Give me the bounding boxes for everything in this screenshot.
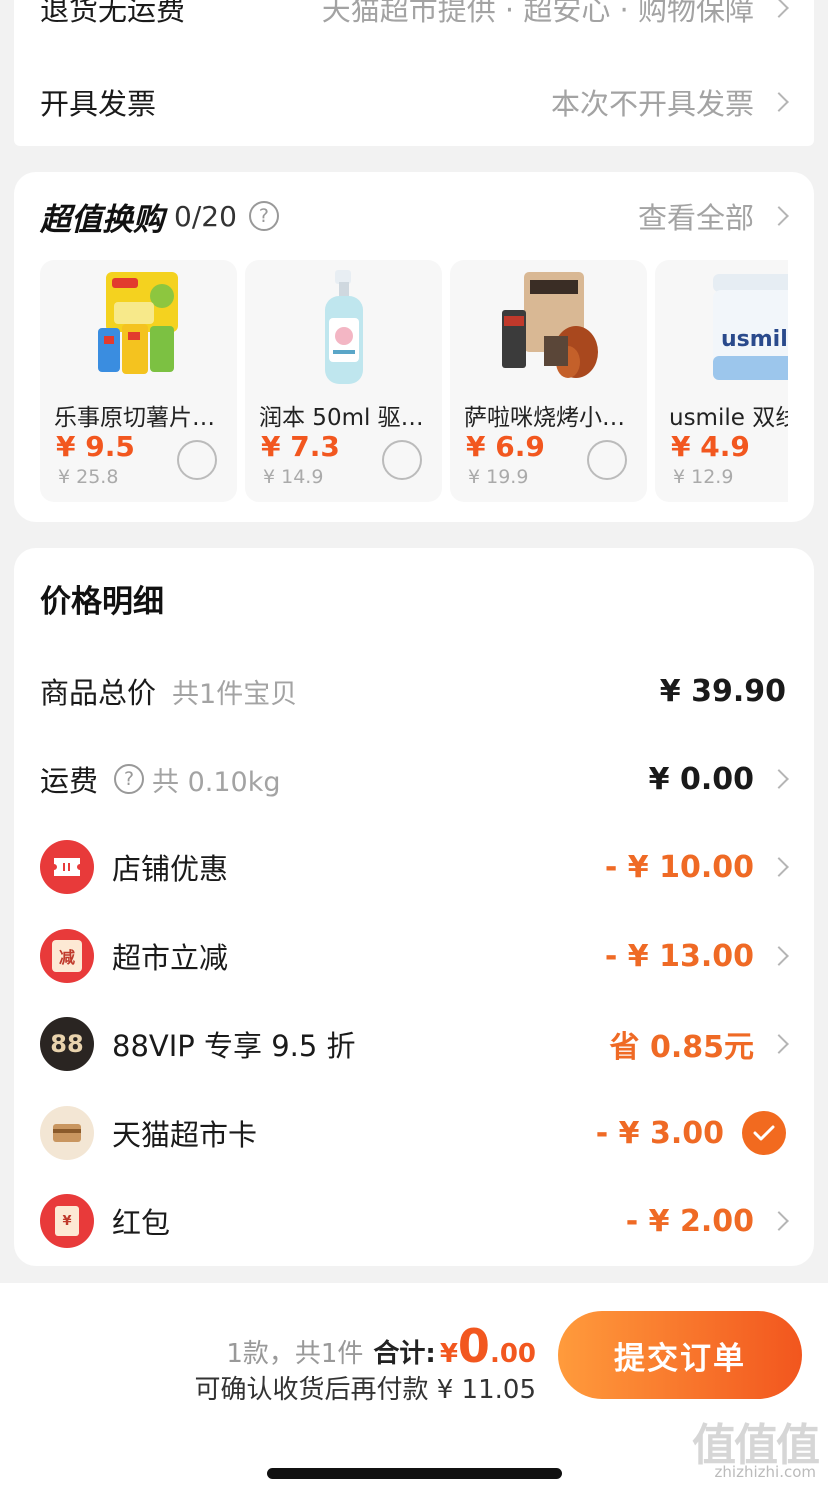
swap-title: 超值换购 (40, 201, 164, 238)
market-card-row[interactable]: 天猫超市卡 - ¥ 3.00 (40, 1103, 786, 1163)
floss-box-icon: usmile (712, 274, 789, 380)
chevron-right-icon (769, 1211, 789, 1231)
items-total-label: 商品总价 (40, 676, 157, 710)
watermark-url: zhizhizhi.com (714, 1463, 816, 1481)
chevron-right-icon (769, 206, 789, 226)
discount-icon-text: 减 (52, 940, 82, 972)
chevron-right-icon (769, 0, 789, 18)
swap-product-card[interactable]: 萨啦咪烧烤小… ¥ 6.9 ¥ 19.9 (450, 260, 647, 502)
chevron-right-icon (769, 92, 789, 112)
chips-bag-icon (97, 272, 178, 374)
market-cut-label: 超市立减 (112, 941, 229, 975)
swap-product-card[interactable]: 润本 50ml 驱… ¥ 7.3 ¥ 14.9 (245, 260, 442, 502)
hongbao-value: - ¥ 2.00 (625, 1203, 754, 1239)
product-price: ¥ 6.9 (466, 430, 545, 463)
item-count: 1款，共1件 (226, 1339, 364, 1369)
service-card: 退货无运费 天猫超市提供 · 超安心 · 购物保障 开具发票 本次不开具发票 (14, 0, 814, 146)
vip-88-icon: 88 (40, 1017, 94, 1071)
total-decimal: .00 (489, 1339, 536, 1369)
checkout-bar: 1款，共1件 合计: ¥ 0 .00 可确认收货后再付款 ¥ 11.05 提交订… (0, 1283, 828, 1498)
product-name: 乐事原切薯片… (54, 405, 215, 431)
select-radio[interactable] (587, 440, 627, 480)
product-original-price: ¥ 12.9 (673, 466, 734, 488)
hongbao-label: 红包 (112, 1206, 171, 1240)
product-name: 润本 50ml 驱… (259, 405, 424, 431)
shipping-weight: 共 0.10kg (152, 766, 281, 798)
invoice-value: 本次不开具发票 (550, 87, 754, 121)
help-icon[interactable]: ? (248, 201, 279, 231)
view-all-link[interactable]: 查看全部 (637, 195, 789, 237)
return-policy-value: 天猫超市提供 · 超安心 · 购物保障 (321, 0, 754, 27)
view-all-label: 查看全部 (637, 201, 754, 235)
gift-card-icon (40, 1106, 94, 1160)
svg-text:usmile: usmile (721, 327, 789, 352)
vip-label: 88VIP 专享 9.5 折 (112, 1029, 356, 1063)
red-envelope-icon-text: ¥ (55, 1206, 79, 1236)
select-radio[interactable] (382, 440, 422, 480)
swap-product-card[interactable]: 乐事原切薯片… ¥ 9.5 ¥ 25.8 (40, 260, 237, 502)
total-currency: ¥ (439, 1339, 458, 1369)
shipping-row[interactable]: 运费 ? 共 0.10kg ¥ 0.00 (40, 749, 789, 809)
total-line: 1款，共1件 合计: ¥ 0 .00 (226, 1319, 536, 1373)
coupon-icon (40, 840, 94, 894)
select-radio[interactable] (177, 440, 217, 480)
chevron-right-icon (769, 857, 789, 877)
product-name: usmile 双线 (669, 405, 788, 431)
check-icon[interactable] (742, 1111, 786, 1155)
shipping-value: ¥ 0.00 (648, 761, 754, 797)
store-discount-value: - ¥ 10.00 (604, 849, 754, 885)
submit-order-button[interactable]: 提交订单 (558, 1311, 802, 1399)
discount-icon: 减 (40, 929, 94, 983)
hongbao-row[interactable]: ¥ 红包 - ¥ 2.00 (40, 1191, 789, 1251)
invoice-label: 开具发票 (40, 87, 157, 121)
market-card-value: - ¥ 3.00 (595, 1115, 724, 1151)
shipping-label: 运费 (40, 764, 99, 798)
store-discount-label: 店铺优惠 (112, 852, 229, 886)
swap-purchase-card: 超值换购 0/20 ? 查看全部 乐事原切薯片… ¥ 9.5 ¥ 25.8 润本… (14, 172, 814, 522)
swap-count: 0/20 (174, 199, 237, 233)
items-count: 共1件宝贝 (172, 678, 298, 710)
product-price: ¥ 7.3 (261, 430, 340, 463)
chicken-snack-icon (501, 272, 598, 378)
chevron-right-icon (769, 1034, 789, 1054)
product-name: 萨啦咪烧烤小… (464, 405, 625, 431)
spray-bottle-icon (324, 270, 363, 384)
chevron-right-icon (769, 769, 789, 789)
total-integer: 0 (457, 1319, 490, 1373)
product-price: ¥ 9.5 (56, 430, 135, 463)
product-price: ¥ 4.9 (671, 430, 750, 463)
return-policy-label: 退货无运费 (40, 0, 186, 27)
price-detail-card: 价格明细 商品总价 共1件宝贝 ¥ 39.90 运费 ? 共 0.10kg ¥ … (14, 548, 814, 1266)
items-total-value: ¥ 39.90 (659, 673, 786, 709)
product-original-price: ¥ 19.9 (468, 466, 529, 488)
vip-row[interactable]: 88 88VIP 专享 9.5 折 省 0.85元 (40, 1014, 789, 1074)
red-envelope-icon: ¥ (40, 1194, 94, 1248)
market-card-label: 天猫超市卡 (112, 1118, 258, 1152)
total-label: 合计: (373, 1339, 436, 1369)
product-original-price: ¥ 25.8 (58, 466, 119, 488)
invoice-row[interactable]: 开具发票 本次不开具发票 (40, 78, 789, 126)
product-strip[interactable]: 乐事原切薯片… ¥ 9.5 ¥ 25.8 润本 50ml 驱… ¥ 7.3 ¥ … (40, 260, 788, 502)
return-policy-row[interactable]: 退货无运费 天猫超市提供 · 超安心 · 购物保障 (40, 0, 789, 30)
swap-product-card[interactable]: usmile usmile 双线 ¥ 4.9 ¥ 12.9 (655, 260, 788, 502)
price-detail-title: 价格明细 (40, 584, 164, 620)
items-total-row: 商品总价 共1件宝贝 ¥ 39.90 (40, 661, 786, 721)
home-indicator[interactable] (267, 1468, 562, 1479)
store-discount-row[interactable]: 店铺优惠 - ¥ 10.00 (40, 837, 789, 897)
product-original-price: ¥ 14.9 (263, 466, 324, 488)
vip-icon-text: 88 (50, 1030, 84, 1058)
vip-value: 省 0.85元 (609, 1030, 754, 1065)
help-icon[interactable]: ? (114, 764, 145, 794)
chevron-right-icon (769, 946, 789, 966)
market-cut-value: - ¥ 13.00 (604, 938, 754, 974)
market-cut-row[interactable]: 减 超市立减 - ¥ 13.00 (40, 926, 789, 986)
pay-later-note: 可确认收货后再付款 ¥ 11.05 (194, 1375, 536, 1405)
